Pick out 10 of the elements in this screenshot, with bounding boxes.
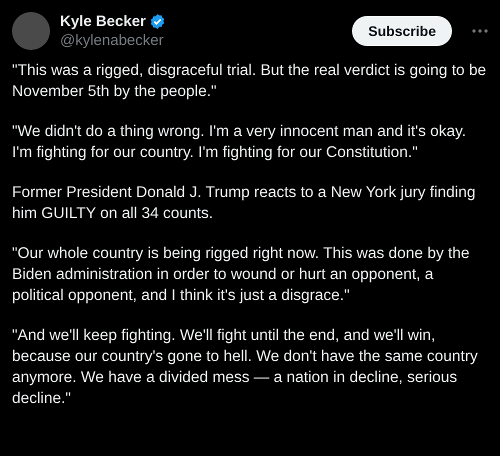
tweet-paragraph: "Our whole country is being rigged right now. This was done by the Biden administration in order to wound or hurt an opponent, a political opponent, and I think it's just a disgrace."	[12, 244, 471, 306]
tweet-paragraph: "This was a rigged, disgraceful trial. But the real verdict is going to be November 5th by the people."	[12, 61, 488, 102]
more-icon[interactable]	[472, 29, 488, 33]
tweet-paragraph: "We didn't do a thing wrong. I'm a very innocent man and it's okay. I'm fighting for our country. I'm fighting for our Constitution."	[12, 122, 468, 163]
tweet-paragraph: "And we'll keep fighting. We'll fight until the end, and we'll win, because our country's gone to hell. We don't have the same country anymore. We have a divided mess — a nation in decline, serious decline."	[12, 326, 479, 409]
author-handle[interactable]: @kylenabecker	[60, 32, 342, 49]
avatar[interactable]	[12, 12, 50, 50]
author-name[interactable]: Kyle Becker	[60, 13, 146, 30]
tweet-paragraph: Former President Donald J. Trump reacts to a New York jury finding him GUILTY on all 34 counts.	[12, 183, 476, 224]
subscribe-button[interactable]: Subscribe	[352, 16, 452, 46]
